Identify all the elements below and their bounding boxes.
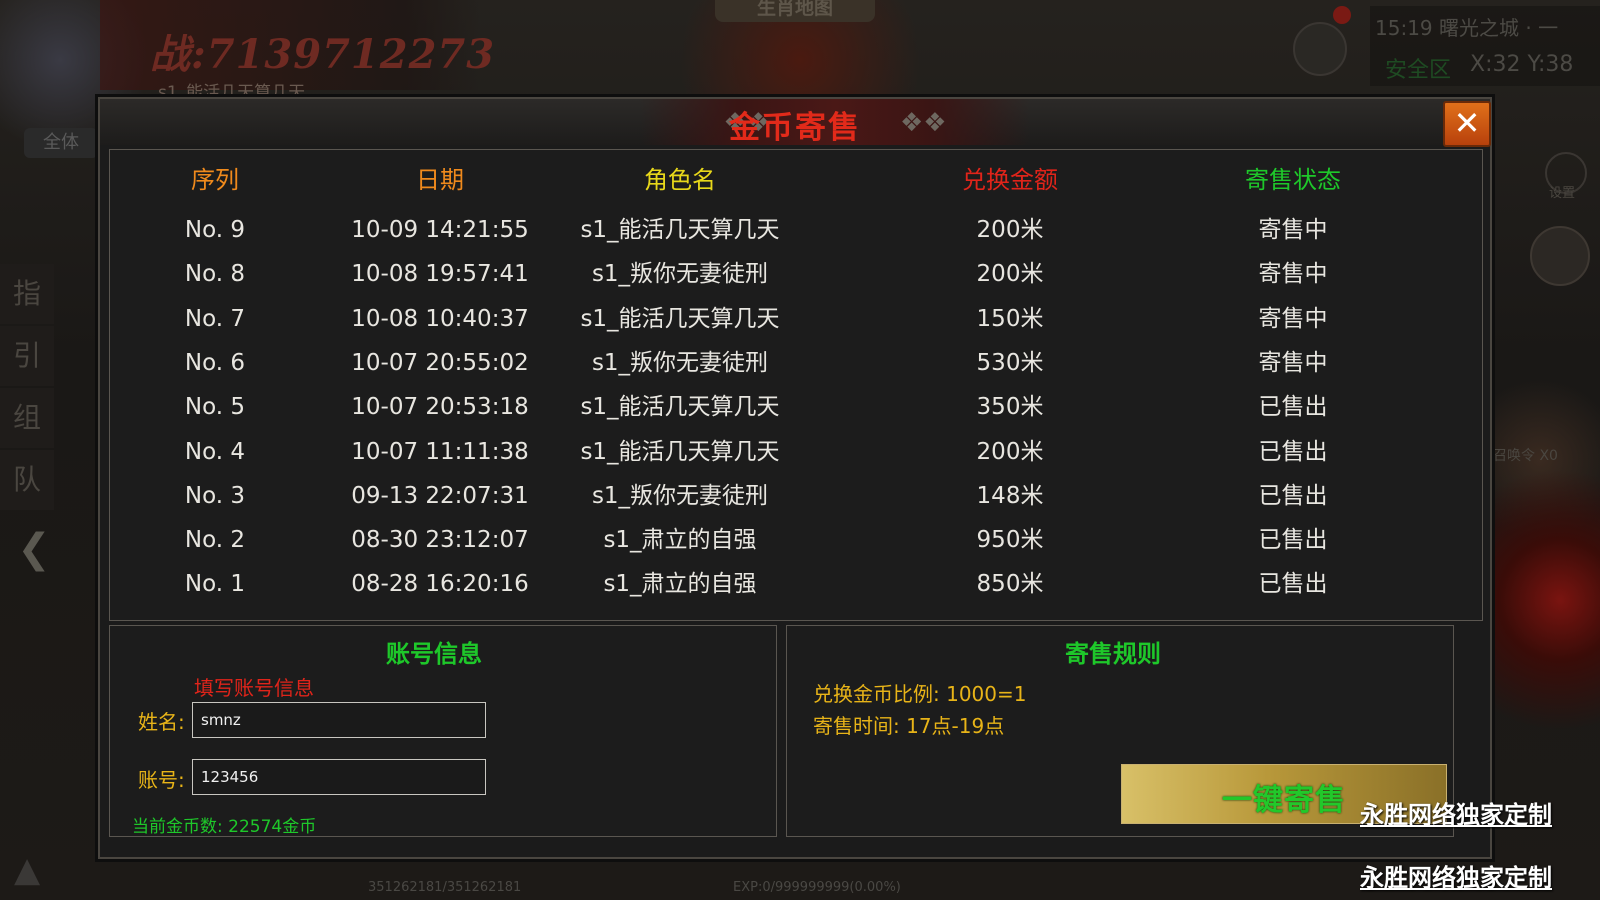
account-field[interactable] bbox=[192, 759, 486, 795]
row-status: 已售出 bbox=[1258, 482, 1328, 509]
gold-consignment-dialog: ❖❖ ❖❖ 金币寄售 ✕ 序列 日期 角色名 兑换金额 寄售状态 No. 9 10… bbox=[98, 97, 1492, 859]
account-label: 账号: bbox=[138, 768, 185, 792]
table-row: No. 5 10-07 20:53:18 s1_能活几天算几天 350米 已售出 bbox=[110, 386, 1482, 428]
row-role-name: s1_能活几天算几天 bbox=[580, 305, 780, 332]
row-date: 10-08 10:40:37 bbox=[351, 305, 529, 332]
row-amount: 530米 bbox=[976, 349, 1044, 376]
account-info-title: 账号信息 bbox=[386, 640, 482, 668]
row-role-name: s1_叛你无妻徒刑 bbox=[591, 349, 769, 376]
sell-button-label: 一键寄售 bbox=[1222, 783, 1346, 818]
close-x-icon: ✕ bbox=[1453, 104, 1481, 142]
row-amount: 950米 bbox=[976, 527, 1044, 554]
row-date: 10-07 20:55:02 bbox=[351, 349, 529, 376]
header-role: 角色名 bbox=[644, 166, 716, 194]
watermark-2: 永胜网络独家定制 bbox=[1360, 863, 1552, 892]
row-amount: 200米 bbox=[976, 217, 1044, 243]
row-date: 08-30 23:12:07 bbox=[351, 527, 529, 554]
row-status: 寄售中 bbox=[1258, 349, 1328, 376]
side-tab-dui[interactable]: 队 bbox=[0, 450, 54, 510]
combat-power: 战:7139712273 bbox=[150, 31, 496, 78]
row-amount: 150米 bbox=[976, 305, 1044, 332]
row-seq: No. 3 bbox=[184, 482, 246, 509]
hp-readout: 351262181/351262181 bbox=[368, 880, 522, 895]
row-seq: No. 1 bbox=[184, 571, 246, 598]
dialog-title: 金币寄售 bbox=[729, 110, 861, 146]
row-amount: 200米 bbox=[976, 261, 1044, 288]
consignment-rules-panel: 寄售规则 兑换金币比例: 1000=1 寄售时间: 17点-19点 一键寄售 bbox=[786, 625, 1454, 837]
header-status: 寄售状态 bbox=[1245, 166, 1341, 194]
collapse-arrow-icon[interactable]: ❮ bbox=[8, 525, 60, 575]
account-info-panel: 账号信息 填写账号信息 姓名: 账号: 当前金币数: 22574金币 bbox=[109, 625, 777, 837]
row-date: 08-28 16:20:16 bbox=[351, 571, 529, 598]
row-status: 寄售中 bbox=[1258, 305, 1328, 332]
row-role-name: s1_肃立的自强 bbox=[603, 571, 757, 598]
row-seq: No. 5 bbox=[184, 394, 246, 421]
safe-zone-label: 安全区 bbox=[1385, 58, 1452, 83]
row-role-name: s1_肃立的自强 bbox=[603, 527, 757, 554]
row-amount: 200米 bbox=[976, 438, 1044, 465]
exchange-ratio: 兑换金币比例: 1000=1 bbox=[813, 682, 1027, 706]
row-role-name: s1_能活几天算几天 bbox=[580, 217, 780, 243]
skill-icon[interactable]: ▲ bbox=[14, 850, 40, 890]
row-role-name: s1_能活几天算几天 bbox=[580, 394, 780, 421]
compass-icon[interactable] bbox=[1293, 22, 1347, 76]
row-status: 已售出 bbox=[1258, 438, 1328, 465]
name-field[interactable] bbox=[192, 702, 486, 738]
joystick-button[interactable] bbox=[1530, 226, 1590, 286]
table-row: No. 3 09-13 22:07:31 s1_叛你无妻徒刑 148米 已售出 bbox=[110, 475, 1482, 517]
watermark-1: 永胜网络独家定制 bbox=[1360, 800, 1552, 829]
table-row: No. 2 08-30 23:12:07 s1_肃立的自强 950米 已售出 bbox=[110, 519, 1482, 561]
dialog-header: ❖❖ ❖❖ 金币寄售 ✕ bbox=[100, 99, 1491, 147]
fill-account-note: 填写账号信息 bbox=[194, 676, 314, 700]
row-date: 10-07 20:53:18 bbox=[351, 394, 529, 421]
row-status: 已售出 bbox=[1258, 571, 1328, 598]
row-role-name: s1_叛你无妻徒刑 bbox=[591, 261, 769, 288]
row-status: 寄售中 bbox=[1258, 261, 1328, 288]
current-gold-count: 当前金币数: 22574金币 bbox=[132, 817, 317, 837]
header-seq: 序列 bbox=[191, 166, 239, 194]
row-seq: No. 7 bbox=[184, 305, 246, 332]
table-row: No. 6 10-07 20:55:02 s1_叛你无妻徒刑 530米 寄售中 bbox=[110, 342, 1482, 384]
notification-dot-icon bbox=[1333, 6, 1351, 24]
row-date: 10-09 14:21:55 bbox=[351, 217, 529, 243]
name-label: 姓名: bbox=[138, 710, 185, 734]
chat-channel-all[interactable]: 全体 bbox=[24, 128, 98, 158]
side-tab-zhi[interactable]: 指 bbox=[0, 264, 54, 324]
row-amount: 350米 bbox=[976, 394, 1044, 421]
row-seq: No. 8 bbox=[184, 261, 246, 288]
row-seq: No. 4 bbox=[184, 438, 246, 465]
time-location: 15:19 曙光之城 · 一 bbox=[1375, 16, 1559, 40]
row-amount: 148米 bbox=[976, 482, 1044, 509]
table-row: No. 7 10-08 10:40:37 s1_能活几天算几天 150米 寄售中 bbox=[110, 298, 1482, 340]
table-row: No. 1 08-28 16:20:16 s1_肃立的自强 850米 已售出 bbox=[110, 563, 1482, 605]
header-date: 日期 bbox=[416, 166, 464, 194]
row-seq: No. 2 bbox=[184, 527, 246, 554]
row-date: 10-07 11:11:38 bbox=[351, 438, 529, 465]
header-amount: 兑换金额 bbox=[962, 166, 1058, 194]
table-row: No. 4 10-07 11:11:38 s1_能活几天算几天 200米 已售出 bbox=[110, 431, 1482, 473]
row-status: 寄售中 bbox=[1258, 217, 1328, 243]
side-tab-yin[interactable]: 引 bbox=[0, 326, 54, 386]
map-title[interactable]: 生肖地图 bbox=[715, 0, 875, 22]
coordinates: X:32 Y:38 bbox=[1470, 52, 1574, 77]
side-tab-zu[interactable]: 组 bbox=[0, 388, 54, 448]
summon-token-label: 召唤令 X0 bbox=[1493, 448, 1558, 464]
consignment-time: 寄售时间: 17点-19点 bbox=[813, 714, 1005, 738]
close-button[interactable]: ✕ bbox=[1443, 101, 1491, 147]
settings-label: 设置 bbox=[1549, 186, 1576, 201]
row-status: 已售出 bbox=[1258, 394, 1328, 421]
table-row: No. 9 10-09 14:21:55 s1_能活几天算几天 200米 寄售中 bbox=[110, 209, 1482, 251]
row-date: 09-13 22:07:31 bbox=[351, 482, 529, 509]
consignment-table: 序列 日期 角色名 兑换金额 寄售状态 No. 9 10-09 14:21:55 s… bbox=[109, 149, 1483, 621]
row-amount: 850米 bbox=[976, 571, 1044, 598]
row-role-name: s1_叛你无妻徒刑 bbox=[591, 482, 769, 509]
row-status: 已售出 bbox=[1258, 527, 1328, 554]
exp-readout: EXP:0/999999999(0.00%) bbox=[733, 880, 901, 895]
row-role-name: s1_能活几天算几天 bbox=[580, 438, 780, 465]
row-date: 10-08 19:57:41 bbox=[351, 261, 529, 288]
rules-title: 寄售规则 bbox=[1065, 640, 1161, 668]
row-seq: No. 6 bbox=[184, 349, 246, 376]
table-row: No. 8 10-08 19:57:41 s1_叛你无妻徒刑 200米 寄售中 bbox=[110, 253, 1482, 295]
row-seq: No. 9 bbox=[184, 217, 246, 243]
